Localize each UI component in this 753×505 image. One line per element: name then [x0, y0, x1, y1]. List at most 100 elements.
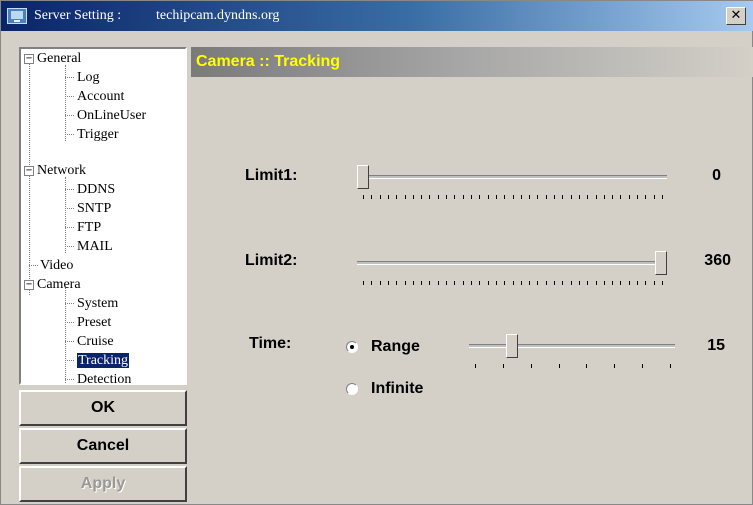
slider-tick [579, 195, 580, 199]
slider-tick [446, 195, 447, 199]
slider-tick [504, 281, 505, 285]
slider-tick [554, 281, 555, 285]
cancel-button[interactable]: Cancel [19, 428, 187, 464]
limit1-label: Limit1: [245, 167, 298, 184]
slider-tick [380, 281, 381, 285]
apply-button[interactable]: Apply [19, 466, 187, 502]
tree-node-system[interactable]: System [77, 294, 118, 313]
slider-tick [421, 195, 422, 199]
slider-tick [612, 195, 613, 199]
tree-connector [65, 322, 74, 323]
tree-node-log[interactable]: Log [77, 68, 100, 87]
tree-connector [65, 303, 74, 304]
slider-tick [421, 281, 422, 285]
collapse-camera-icon[interactable]: − [24, 280, 34, 290]
slider-tick [488, 195, 489, 199]
slider-tick [405, 195, 406, 199]
time-slider-track[interactable] [469, 344, 675, 348]
server-setting-window: Server Setting : techipcam.dyndns.org ✕ … [0, 0, 753, 505]
slider-tick [438, 281, 439, 285]
slider-tick [654, 281, 655, 285]
slider-tick [513, 281, 514, 285]
tree-node-cruise[interactable]: Cruise [77, 332, 114, 351]
tree-node-mail[interactable]: MAIL [77, 237, 113, 256]
slider-tick [471, 195, 472, 199]
tree-node-tracking[interactable]: Tracking [77, 351, 130, 370]
ok-button[interactable]: OK [19, 390, 187, 426]
tree-connector [65, 341, 74, 342]
slider-tick [571, 281, 572, 285]
slider-tick [637, 281, 638, 285]
limit2-slider-thumb[interactable] [655, 251, 667, 275]
tree-node-network[interactable]: Network [37, 161, 86, 180]
slider-tick [614, 364, 615, 368]
slider-tick [586, 364, 587, 368]
tree-node-camera[interactable]: Camera [37, 275, 81, 294]
limit1-slider-thumb[interactable] [357, 165, 369, 189]
tree-node-general[interactable]: General [37, 49, 81, 68]
slider-tick [529, 281, 530, 285]
infinite-radio[interactable] [346, 383, 358, 395]
tree-node-detection[interactable]: Detection [77, 370, 131, 383]
slider-tick [529, 195, 530, 199]
collapse-general-icon[interactable]: − [24, 54, 34, 64]
slider-tick [670, 364, 671, 368]
slider-tick [380, 195, 381, 199]
slider-tick [479, 281, 480, 285]
tree-node-account[interactable]: Account [77, 87, 124, 106]
close-button[interactable]: ✕ [726, 7, 746, 25]
tree-node-trigger[interactable]: Trigger [77, 125, 119, 144]
tree-connector [65, 77, 74, 78]
slider-tick [488, 281, 489, 285]
slider-tick [662, 281, 663, 285]
limit1-value: 0 [712, 167, 721, 184]
slider-tick [654, 195, 655, 199]
tree-node-video[interactable]: Video [40, 256, 73, 275]
slider-tick [642, 364, 643, 368]
tree-connector [65, 227, 74, 228]
slider-tick [504, 195, 505, 199]
collapse-network-icon[interactable]: − [24, 166, 34, 176]
tree-node-sntp[interactable]: SNTP [77, 199, 111, 218]
slider-tick [363, 195, 364, 199]
slider-tick [475, 364, 476, 368]
tree-node-ddns[interactable]: DDNS [77, 180, 115, 199]
tree-connector [29, 265, 38, 266]
slider-tick [637, 195, 638, 199]
tree-connector [65, 360, 74, 361]
slider-tick [596, 281, 597, 285]
slider-tick [479, 195, 480, 199]
slider-tick [454, 195, 455, 199]
slider-tick [371, 281, 372, 285]
title-bar[interactable]: Server Setting : techipcam.dyndns.org ✕ [1, 1, 753, 31]
slider-tick [612, 281, 613, 285]
slider-tick [388, 281, 389, 285]
slider-tick [363, 281, 364, 285]
slider-tick [537, 195, 538, 199]
infinite-radio-label[interactable]: Infinite [371, 380, 423, 398]
slider-tick [662, 195, 663, 199]
tree-node-preset[interactable]: Preset [77, 313, 111, 332]
limit2-slider-track[interactable] [357, 261, 667, 265]
limit2-value: 360 [704, 252, 731, 269]
slider-tick [429, 195, 430, 199]
slider-tick [454, 281, 455, 285]
time-label: Time: [249, 335, 292, 352]
tree-connector [65, 246, 74, 247]
slider-tick [579, 281, 580, 285]
slider-tick [463, 281, 464, 285]
range-radio-label[interactable]: Range [371, 338, 420, 356]
slider-tick [587, 195, 588, 199]
tree-node-ftp[interactable]: FTP [77, 218, 101, 237]
slider-tick [554, 195, 555, 199]
tree-connector [65, 115, 74, 116]
settings-tree[interactable]: − General Log Account OnLineUser Trigger… [19, 47, 187, 385]
window-title-host: techipcam.dyndns.org [156, 8, 280, 23]
tree-connector [65, 208, 74, 209]
limit1-slider-track[interactable] [357, 175, 667, 179]
slider-tick [438, 195, 439, 199]
slider-tick [413, 195, 414, 199]
range-radio[interactable] [346, 341, 358, 353]
tree-node-onlineuser[interactable]: OnLineUser [77, 106, 146, 125]
time-slider-thumb[interactable] [506, 334, 518, 358]
